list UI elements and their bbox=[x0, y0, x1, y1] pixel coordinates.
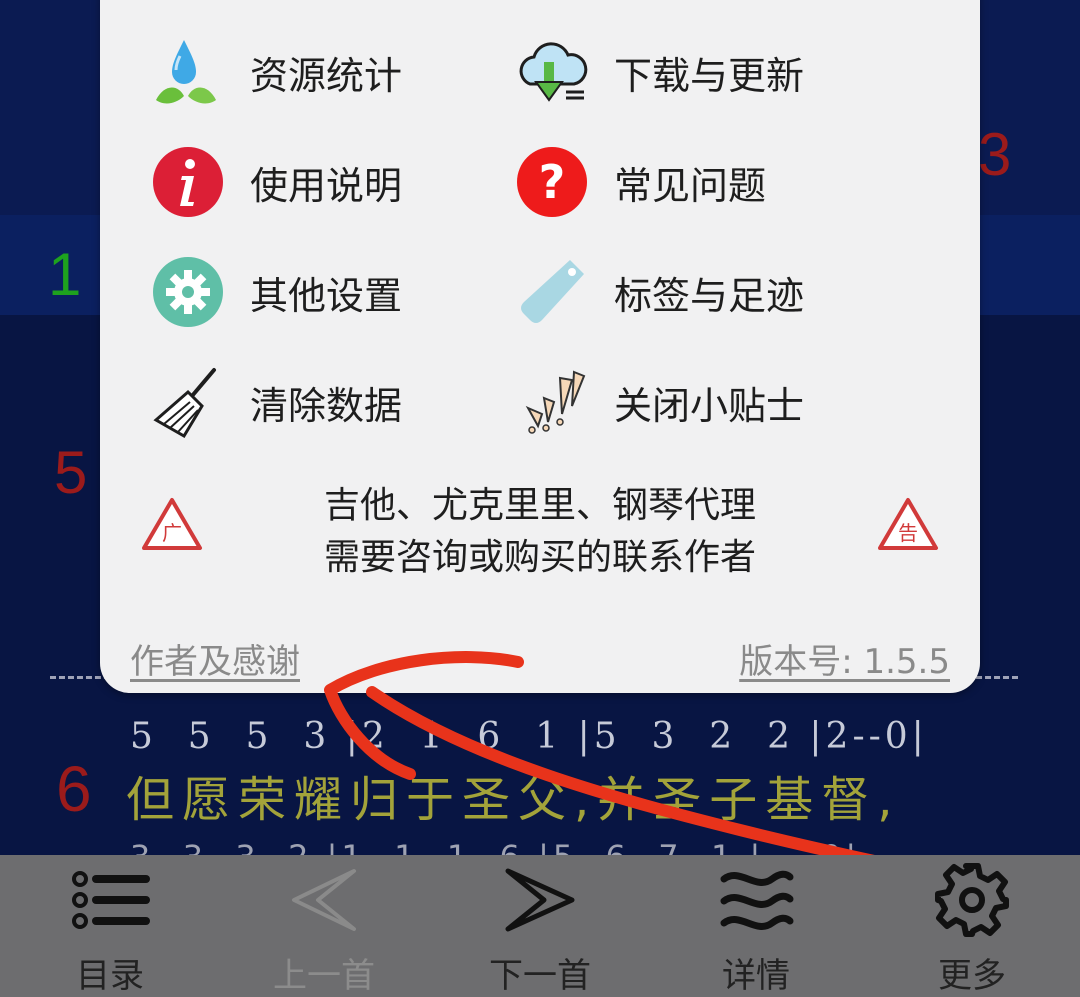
gear-icon bbox=[150, 254, 226, 330]
tab-label: 更多 bbox=[938, 956, 1006, 996]
cloud-download-icon bbox=[514, 34, 590, 110]
bottom-nav-bar: 目录 上一首 下一首 详情 更多 bbox=[0, 855, 1080, 997]
menu-item-label: 清除数据 bbox=[250, 383, 403, 428]
menu-item-label: 常见问题 bbox=[614, 163, 767, 208]
next-arrow-icon bbox=[500, 855, 580, 944]
menu-item-clear-data[interactable]: 清除数据 bbox=[150, 362, 402, 442]
score-lyrics: 但愿荣耀归于圣父,并圣子基督, bbox=[126, 772, 901, 828]
menu-item-tags-footprints[interactable]: 标签与足迹 bbox=[514, 252, 804, 332]
exclamation-icon bbox=[514, 364, 590, 440]
score-notes-row: 5 5 5 3 |2 1 6 1 |5 3 2 2 |2--0| bbox=[130, 716, 928, 757]
water-drop-leaves-icon bbox=[150, 34, 226, 110]
tab-label: 下一首 bbox=[489, 956, 591, 996]
menu-item-label: 下载与更新 bbox=[614, 53, 805, 98]
tab-label: 目录 bbox=[76, 956, 144, 996]
author-thanks-link[interactable]: 作者及感谢 bbox=[130, 634, 300, 683]
menu-item-resource-stats[interactable]: 资源统计 bbox=[150, 32, 402, 112]
line-number: 5 bbox=[54, 439, 88, 506]
waves-icon bbox=[716, 855, 796, 944]
line-number: 3 bbox=[978, 121, 1012, 188]
line-number: 1 bbox=[48, 241, 82, 308]
broom-icon bbox=[150, 364, 226, 440]
svg-text:?: ? bbox=[539, 155, 566, 209]
previous-arrow-icon bbox=[284, 855, 364, 944]
ad-line-2: 需要咨询或购买的联系作者 bbox=[323, 537, 756, 578]
info-icon bbox=[150, 144, 226, 220]
ad-line-1: 吉他、尤克里里、钢琴代理 bbox=[323, 485, 756, 526]
tab-more[interactable]: 更多 bbox=[892, 855, 1052, 997]
more-menu-panel: 资源统计 下载与更新 使用说明 ? 常见问题 其他设置 标签与足迹 清除数据 关… bbox=[100, 0, 980, 693]
menu-item-label: 其他设置 bbox=[250, 273, 403, 318]
menu-item-download-update[interactable]: 下载与更新 bbox=[514, 32, 804, 112]
tab-previous-song[interactable]: 上一首 bbox=[244, 855, 404, 997]
list-icon bbox=[70, 855, 150, 944]
tab-label: 上一首 bbox=[273, 956, 375, 996]
tab-next-song[interactable]: 下一首 bbox=[460, 855, 620, 997]
menu-item-label: 使用说明 bbox=[250, 163, 403, 208]
tab-details[interactable]: 详情 bbox=[676, 855, 836, 997]
menu-item-label: 标签与足迹 bbox=[614, 273, 805, 318]
tab-catalog[interactable]: 目录 bbox=[30, 855, 190, 997]
menu-item-label: 关闭小贴士 bbox=[614, 383, 805, 428]
svg-text:告: 告 bbox=[898, 521, 918, 545]
tag-icon bbox=[514, 254, 590, 330]
menu-item-instructions[interactable]: 使用说明 bbox=[150, 142, 402, 222]
ad-banner[interactable]: 广 吉他、尤克里里、钢琴代理 需要咨询或购买的联系作者 告 bbox=[140, 480, 940, 600]
ad-warning-triangle-right: 告 bbox=[878, 498, 938, 550]
ad-text: 吉他、尤克里里、钢琴代理 需要咨询或购买的联系作者 bbox=[240, 480, 840, 584]
menu-item-label: 资源统计 bbox=[250, 53, 403, 98]
line-number: 6 bbox=[56, 753, 92, 825]
menu-item-faq[interactable]: ? 常见问题 bbox=[514, 142, 766, 222]
svg-text:广: 广 bbox=[162, 521, 182, 545]
ad-warning-triangle-left: 广 bbox=[142, 498, 202, 550]
tab-label: 详情 bbox=[722, 956, 790, 996]
menu-item-other-settings[interactable]: 其他设置 bbox=[150, 252, 402, 332]
version-link[interactable]: 版本号: 1.5.5 bbox=[739, 634, 950, 683]
question-icon: ? bbox=[514, 144, 590, 220]
gear-icon bbox=[932, 855, 1012, 944]
menu-item-close-tips[interactable]: 关闭小贴士 bbox=[514, 362, 804, 442]
